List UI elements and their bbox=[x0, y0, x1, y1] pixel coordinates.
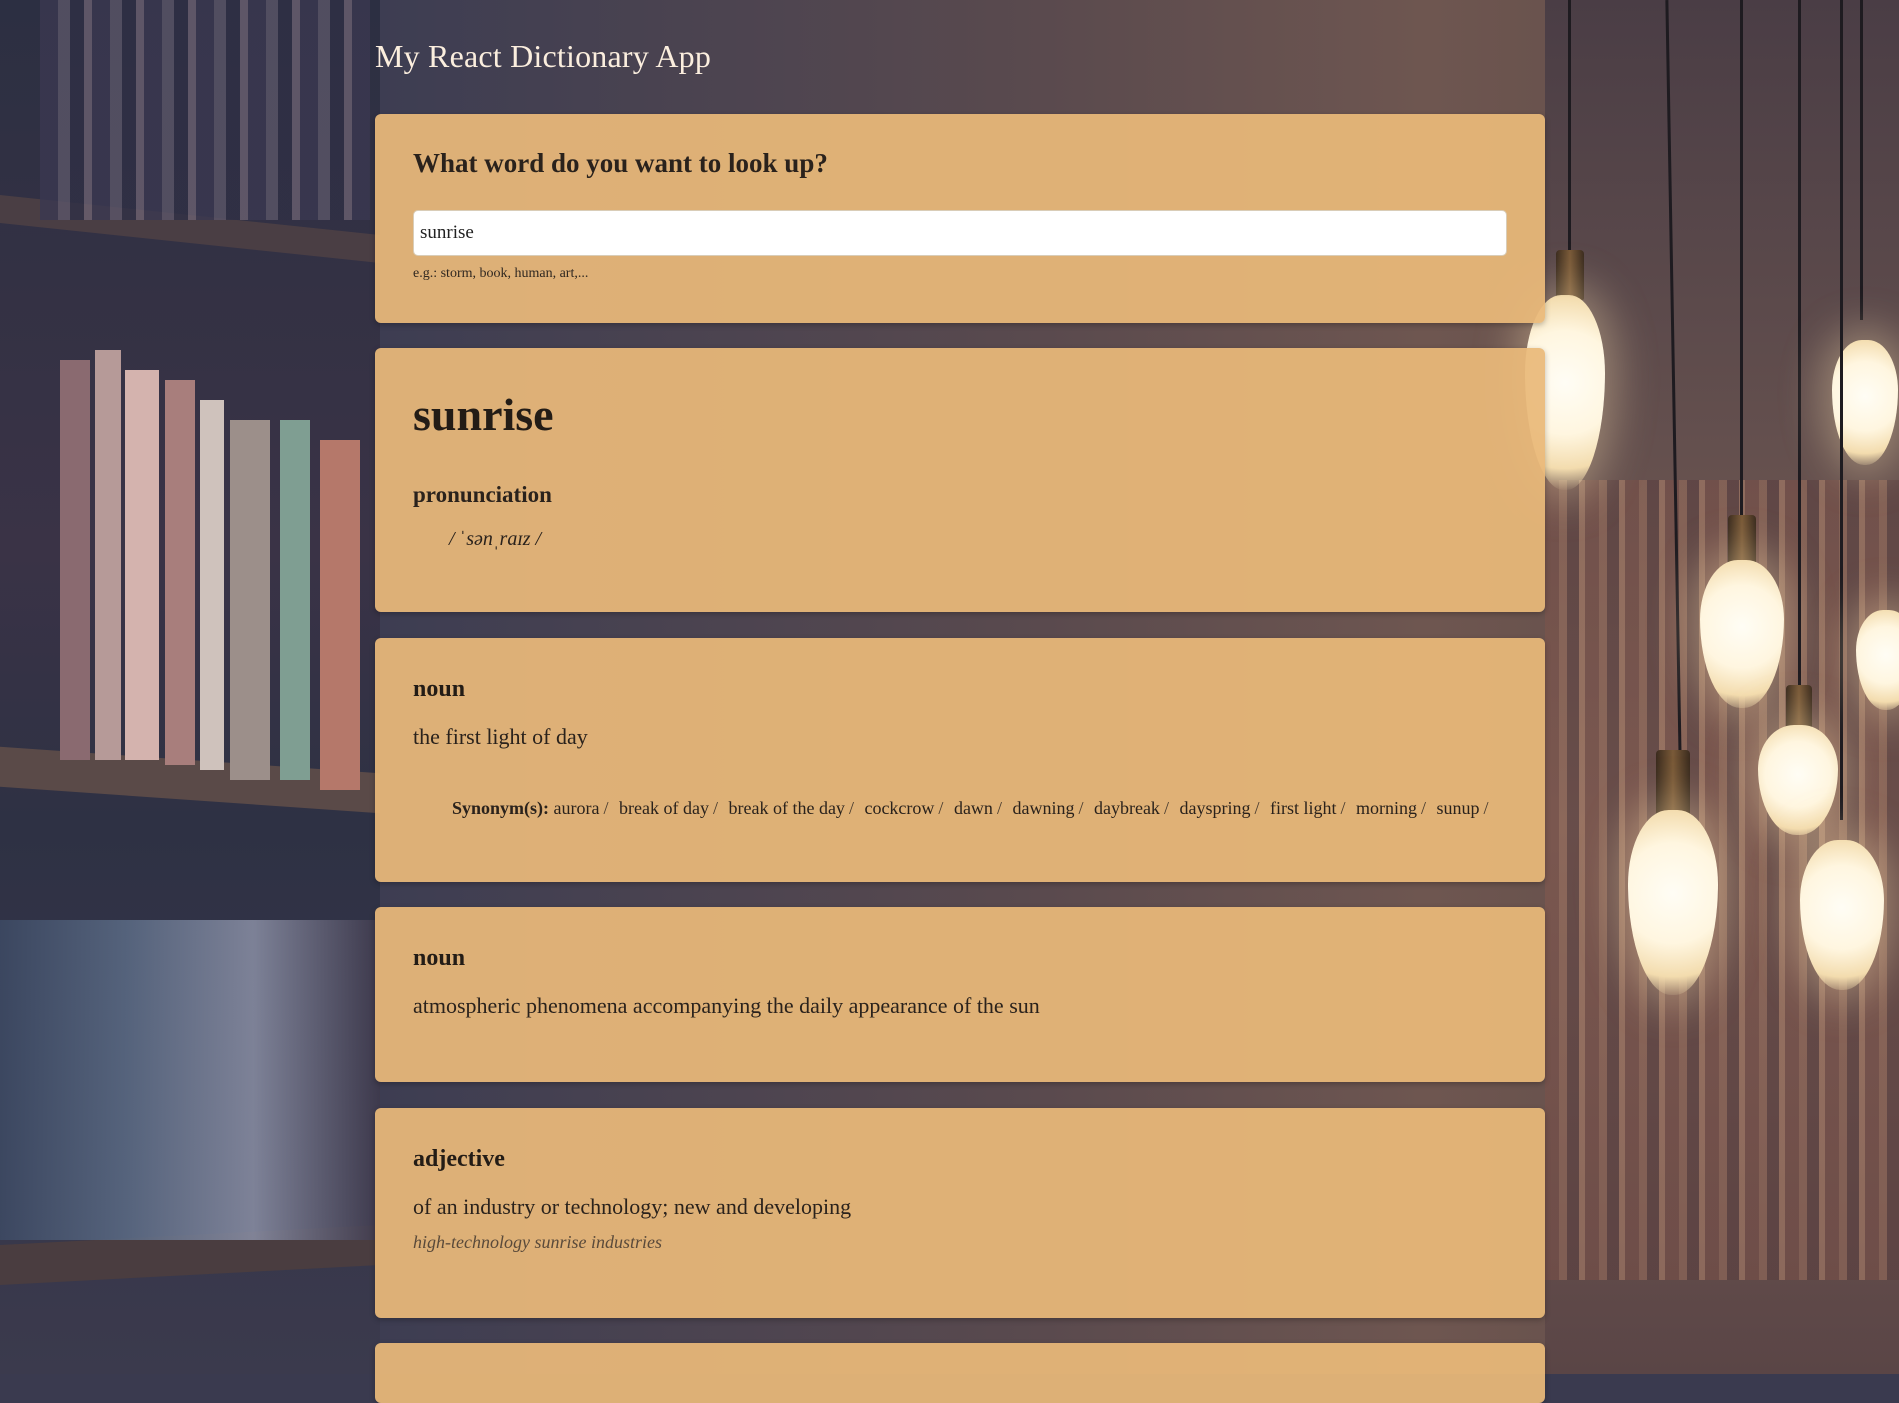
meaning-card-partial bbox=[375, 1343, 1545, 1403]
synonym-item: dayspring bbox=[1179, 798, 1251, 818]
example-text: high-technology sunrise industries bbox=[413, 1232, 662, 1252]
meaning-card: noun atmospheric phenomena accompanying … bbox=[375, 907, 1545, 1082]
definition-text: atmospheric phenomena accompanying the d… bbox=[413, 993, 1040, 1018]
word-card: sunrise pronunciation / ˈsənˌraɪz / bbox=[375, 348, 1545, 612]
search-input[interactable] bbox=[413, 210, 1507, 256]
synonym-item: first light bbox=[1269, 798, 1337, 818]
search-heading: What word do you want to look up? bbox=[413, 148, 828, 178]
pronunciation-label: pronunciation bbox=[413, 482, 552, 507]
part-of-speech: noun bbox=[413, 676, 466, 702]
synonym-item: morning bbox=[1355, 798, 1417, 818]
synonym-item: sunup bbox=[1436, 798, 1480, 818]
definition-text: the first light of day bbox=[413, 724, 588, 749]
synonyms-row: Synonym(s): aurora / break of day / break … bbox=[452, 798, 1489, 818]
search-hint: e.g.: storm, book, human, art,... bbox=[413, 266, 589, 281]
synonym-item: break of the day bbox=[728, 798, 845, 818]
part-of-speech: noun bbox=[413, 945, 466, 971]
synonym-item: break of day bbox=[619, 798, 709, 818]
word-heading: sunrise bbox=[413, 389, 554, 440]
synonym-item: cockcrow bbox=[864, 798, 935, 818]
part-of-speech: adjective bbox=[413, 1146, 505, 1172]
synonym-item: dawning bbox=[1012, 798, 1075, 818]
synonym-item: aurora bbox=[553, 798, 600, 818]
meaning-card: adjective of an industry or technology; … bbox=[375, 1108, 1545, 1318]
app-title: My React Dictionary App bbox=[375, 38, 712, 74]
search-card: What word do you want to look up? e.g.: … bbox=[375, 114, 1545, 323]
meaning-card: noun the first light of day Synonym(s): … bbox=[375, 638, 1545, 882]
synonyms-label: Synonym(s): bbox=[452, 798, 550, 818]
synonym-item: daybreak bbox=[1093, 798, 1160, 818]
definition-text: of an industry or technology; new and de… bbox=[413, 1194, 852, 1219]
phonetic-text: / ˈsənˌraɪz / bbox=[449, 528, 542, 550]
synonym-item: dawn bbox=[953, 798, 993, 818]
